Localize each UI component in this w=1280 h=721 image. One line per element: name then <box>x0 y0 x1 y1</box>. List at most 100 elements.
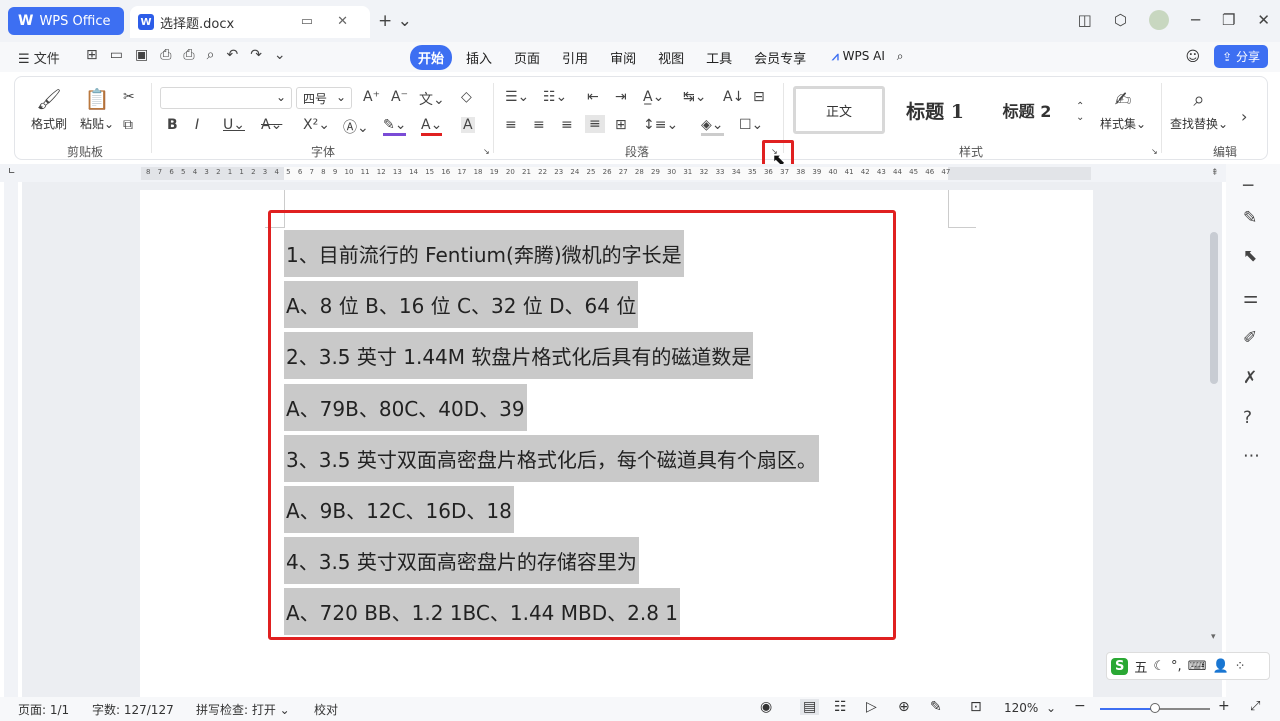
select-cursor-icon[interactable]: ⬉ <box>1243 246 1257 266</box>
open-folder-icon[interactable]: ▭ <box>110 47 123 63</box>
format-painter-button[interactable]: 🖌 格式刷 <box>29 87 69 132</box>
more-icon[interactable]: ⋯ <box>1243 446 1260 466</box>
keyboard-icon[interactable]: ⌨ <box>1188 659 1207 674</box>
zoom-slider-knob[interactable] <box>1150 703 1160 713</box>
styles-scroll-icon[interactable]: ⌃ ⌄ <box>1076 101 1084 123</box>
minimize-icon[interactable]: ─ <box>1191 11 1200 29</box>
align-center-icon[interactable]: ≡ <box>533 117 545 133</box>
word-count[interactable]: 字数: 127/127 <box>92 701 174 718</box>
paste-button[interactable]: 📋 粘贴⌄ <box>77 87 117 132</box>
new-tab-button[interactable]: + ⌄ <box>378 11 412 31</box>
outline-view-icon[interactable]: ☷ <box>834 699 847 715</box>
file-menu[interactable]: ☰ 文件 <box>18 48 60 67</box>
line-spacing-icon[interactable]: ↕≡⌄ <box>643 117 678 133</box>
avatar[interactable] <box>1148 10 1169 30</box>
tab-member[interactable]: 会员专享 <box>746 45 814 70</box>
punctuation-icon[interactable]: °, <box>1171 659 1182 674</box>
font-size-combo[interactable]: 四号 ⌄ <box>296 87 352 109</box>
export-icon[interactable]: ⎙ <box>160 47 171 63</box>
clear-format-icon[interactable]: ◇ <box>461 89 472 105</box>
shrink-font-icon[interactable]: A⁻ <box>391 89 408 105</box>
style-normal[interactable]: 正文 <box>793 86 885 134</box>
vertical-ruler[interactable] <box>4 182 18 697</box>
text-direction-icon[interactable]: A̲⌄ <box>643 89 664 105</box>
bullet-list-icon[interactable]: ☰⌄ <box>505 89 529 105</box>
char-shading-icon[interactable]: A <box>461 117 475 133</box>
tab-home[interactable]: 开始 <box>410 45 453 70</box>
ime-toolbar[interactable]: S 五 ☾ °, ⌨ 👤 ⁘ <box>1106 652 1270 680</box>
tab-insert[interactable]: 插入 <box>458 45 500 70</box>
tab-view[interactable]: 视图 <box>650 45 692 70</box>
print-preview-icon[interactable]: ⌕ <box>207 47 215 63</box>
help-icon[interactable]: ? <box>1243 408 1252 428</box>
vertical-scrollbar[interactable] <box>1210 232 1218 384</box>
tab-tools[interactable]: 工具 <box>698 45 740 70</box>
text-effect-icon[interactable]: Ⓐ⌄ <box>343 117 369 137</box>
sort-icon[interactable]: A↓ <box>723 89 744 105</box>
find-replace-button[interactable]: ⌕ 查找替换⌄ <box>1167 87 1231 132</box>
web-view-icon[interactable]: ⊕ <box>898 699 910 715</box>
show-marks-icon[interactable]: ⊟ <box>753 89 765 105</box>
page-view-icon[interactable]: ▤ <box>800 699 820 715</box>
justify-icon[interactable]: ≡ <box>585 115 605 133</box>
save-icon[interactable]: ▣ <box>135 47 148 63</box>
pinyin-icon[interactable]: 文⌄ <box>419 89 445 109</box>
layout-icon[interactable]: ◫ <box>1078 11 1092 29</box>
restore-icon[interactable]: ❐ <box>1222 11 1235 29</box>
strikethrough-icon[interactable]: A⌄ <box>261 117 282 133</box>
numbered-list-icon[interactable]: ☷⌄ <box>543 89 567 105</box>
font-dialog-launcher-icon[interactable]: ↘ <box>483 147 490 156</box>
zoom-in-icon[interactable]: + <box>1218 698 1230 714</box>
wps-ai-button[interactable]: ⩘ WPS AI ⌕ <box>832 49 903 64</box>
style-set-button[interactable]: ✍ 样式集⌄ <box>1095 87 1151 132</box>
tab-stop-icon[interactable]: ∟ <box>8 167 16 177</box>
distribute-icon[interactable]: ⊞ <box>615 117 627 133</box>
cube-icon[interactable]: ⬡ <box>1114 11 1127 29</box>
style-heading2[interactable]: 标题 2 <box>991 86 1063 134</box>
font-name-combo[interactable]: ⌄ <box>160 87 292 109</box>
sticker-icon[interactable]: ✐ <box>1243 328 1257 348</box>
font-color-icon[interactable]: A⌄ <box>421 117 443 136</box>
write-mode-icon[interactable]: ✎ <box>930 699 942 715</box>
tab-review[interactable]: 审阅 <box>602 45 644 70</box>
new-file-icon[interactable]: ⊞ <box>86 47 98 63</box>
spell-check-status[interactable]: 拼写检查: 打开 ⌄ <box>196 701 290 718</box>
tab-close-icon[interactable]: ▭ ✕ <box>301 14 358 29</box>
italic-icon[interactable]: I <box>195 117 199 133</box>
undo-icon[interactable]: ↶ <box>226 47 238 63</box>
grow-font-icon[interactable]: A⁺ <box>363 89 380 105</box>
decrease-indent-icon[interactable]: ⇤ <box>587 89 599 105</box>
grid-icon[interactable]: ⁘ <box>1235 659 1246 674</box>
search-icon[interactable]: ⌕ <box>897 49 904 63</box>
play-icon[interactable]: ▷ <box>866 699 877 715</box>
share-button[interactable]: ⇪ 分享 <box>1214 45 1268 68</box>
cut-icon[interactable]: ✂ <box>123 89 135 105</box>
zoom-level[interactable]: 120% <box>1004 701 1038 715</box>
tab-page[interactable]: 页面 <box>506 45 548 70</box>
proofread-button[interactable]: 校对 <box>314 701 338 718</box>
wps-office-tab[interactable]: W WPS Office <box>8 7 124 35</box>
redo-icon[interactable]: ↷ <box>250 47 262 63</box>
zoom-dropdown-icon[interactable]: ⌄ <box>1046 701 1056 715</box>
shading-icon[interactable]: ◈⌄ <box>701 117 724 136</box>
copy-icon[interactable]: ⧉ <box>123 117 133 133</box>
eye-icon[interactable]: ◉ <box>760 699 772 715</box>
underline-icon[interactable]: U⌄ <box>223 117 245 133</box>
increase-indent-icon[interactable]: ⇥ <box>615 89 627 105</box>
collapse-icon[interactable]: ─ <box>1243 176 1253 196</box>
border-icon[interactable]: ☐⌄ <box>739 117 763 133</box>
page-indicator[interactable]: 页面: 1/1 <box>18 701 69 718</box>
horizontal-ruler[interactable]: 8 7 6 5 4 3 2 1 1 2 3 4 5 6 7 8 9 10 11 … <box>141 167 1091 180</box>
document-tab[interactable]: W 选择题.docx ▭ ✕ <box>130 6 370 38</box>
fullscreen-icon[interactable]: ⤢ <box>1250 699 1260 714</box>
adjust-icon[interactable]: ⚌ <box>1243 288 1258 308</box>
highlight-color-icon[interactable]: ✎⌄ <box>383 117 407 136</box>
align-right-icon[interactable]: ≡ <box>561 117 573 133</box>
line-break-icon[interactable]: ↹⌄ <box>683 89 706 105</box>
scroll-up-icon[interactable]: ⇞ <box>1211 168 1219 178</box>
bold-icon[interactable]: B <box>167 117 178 133</box>
close-icon[interactable]: ✕ <box>1257 11 1270 29</box>
align-left-icon[interactable]: ≡ <box>505 117 517 133</box>
tab-references[interactable]: 引用 <box>554 45 596 70</box>
chat-icon[interactable]: ☺ <box>1186 49 1201 65</box>
